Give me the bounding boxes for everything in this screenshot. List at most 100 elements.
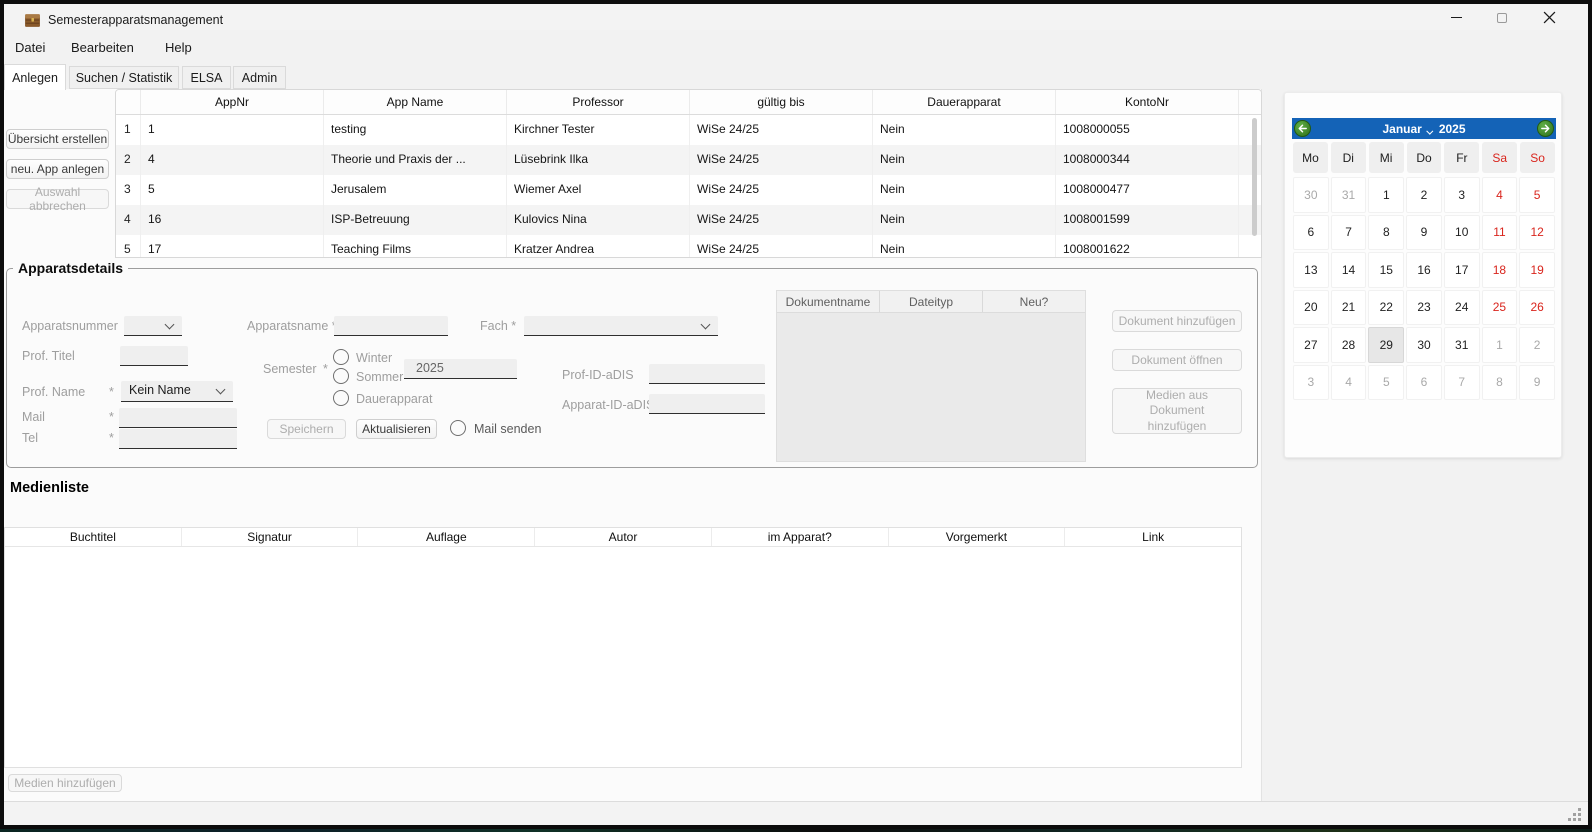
winter-radio[interactable] — [333, 349, 349, 365]
calendar-day[interactable]: 17 — [1444, 252, 1480, 288]
calendar-day[interactable]: 18 — [1482, 252, 1518, 288]
media-column-header-vorgemerkt[interactable]: Vorgemerkt — [889, 528, 1066, 546]
calendar-day[interactable]: 9 — [1406, 215, 1442, 251]
close-button[interactable] — [1526, 4, 1572, 31]
calendar-day[interactable]: 26 — [1519, 290, 1555, 326]
media-column-header-signatur[interactable]: Signatur — [182, 528, 359, 546]
calendar-day[interactable]: 7 — [1444, 365, 1480, 401]
calendar-day[interactable]: 31 — [1331, 177, 1367, 213]
calendar-day[interactable]: 19 — [1519, 252, 1555, 288]
doc-column-header-dateityp[interactable]: Dateityp — [880, 291, 983, 312]
calendar-day[interactable]: 20 — [1293, 290, 1329, 326]
calendar-day[interactable]: 10 — [1444, 215, 1480, 251]
table-row[interactable]: 416ISP-BetreuungKulovics NinaWiSe 24/25N… — [116, 205, 1261, 235]
semester-year-field[interactable]: 2025 — [404, 359, 517, 379]
calendar-day[interactable]: 5 — [1519, 177, 1555, 213]
doc-column-header-neu-[interactable]: Neu? — [983, 291, 1085, 312]
tab-admin[interactable]: Admin — [233, 66, 286, 89]
column-header-dauerapparat[interactable]: Dauerapparat — [873, 90, 1056, 114]
apps-table-scrollbar[interactable] — [1252, 118, 1257, 236]
neu-app-anlegen-button[interactable]: neu. App anlegen — [6, 159, 109, 179]
mail-field[interactable] — [119, 408, 237, 428]
prof-titel-field[interactable] — [120, 346, 188, 366]
calendar-day[interactable]: 8 — [1368, 215, 1404, 251]
calendar-day[interactable]: 31 — [1444, 327, 1480, 363]
menu-datei[interactable]: Datei — [10, 36, 50, 58]
calendar-day[interactable]: 3 — [1444, 177, 1480, 213]
calendar-title[interactable]: Januar 2025 — [1382, 122, 1465, 136]
calendar-day[interactable]: 21 — [1331, 290, 1367, 326]
calendar-day[interactable]: 8 — [1482, 365, 1518, 401]
dokument-hinzufuegen-button[interactable]: Dokument hinzufügen — [1112, 310, 1242, 332]
column-header-appnr[interactable]: AppNr — [141, 90, 324, 114]
apparatsname-field[interactable] — [334, 316, 448, 336]
table-row[interactable]: 11testingKirchner TesterWiSe 24/25Nein10… — [116, 115, 1261, 145]
prof-name-combo[interactable]: Kein Name — [121, 381, 233, 402]
calendar-day[interactable]: 23 — [1406, 290, 1442, 326]
calendar-day[interactable]: 2 — [1519, 327, 1555, 363]
tab-suchen-statistik[interactable]: Suchen / Statistik — [69, 66, 179, 89]
calendar-day[interactable]: 24 — [1444, 290, 1480, 326]
media-column-header-autor[interactable]: Autor — [535, 528, 712, 546]
minimize-button[interactable] — [1433, 4, 1479, 31]
resize-grip[interactable] — [1567, 807, 1582, 822]
apparat-id-adis-field[interactable] — [649, 394, 765, 414]
calendar-day[interactable]: 7 — [1331, 215, 1367, 251]
dokument-oeffnen-button[interactable]: Dokument öffnen — [1112, 349, 1242, 371]
mail-senden-radio[interactable] — [450, 420, 466, 436]
medien-hinzufuegen-button[interactable]: Medien hinzufügen — [8, 774, 122, 792]
media-column-header-link[interactable]: Link — [1065, 528, 1241, 546]
calendar-day[interactable]: 28 — [1331, 327, 1367, 363]
calendar-day[interactable]: 27 — [1293, 327, 1329, 363]
medien-aus-dokument-button[interactable]: Medien aus Dokument hinzufügen — [1112, 388, 1242, 434]
calendar-day[interactable]: 15 — [1368, 252, 1404, 288]
column-header-app-name[interactable]: App Name — [324, 90, 507, 114]
calendar-next-button[interactable] — [1537, 120, 1554, 137]
tab-elsa[interactable]: ELSA — [182, 66, 231, 89]
tab-anlegen[interactable]: Anlegen — [4, 64, 66, 90]
sommer-radio[interactable] — [333, 368, 349, 384]
calendar-day[interactable]: 14 — [1331, 252, 1367, 288]
media-column-header-auflage[interactable]: Auflage — [358, 528, 535, 546]
calendar-day[interactable]: 30 — [1406, 327, 1442, 363]
calendar-day[interactable]: 25 — [1482, 290, 1518, 326]
calendar-day[interactable]: 6 — [1406, 365, 1442, 401]
aktualisieren-button[interactable]: Aktualisieren — [356, 419, 437, 439]
calendar-day[interactable]: 3 — [1293, 365, 1329, 401]
calendar-day[interactable]: 4 — [1482, 177, 1518, 213]
calendar-day[interactable]: 11 — [1482, 215, 1518, 251]
calendar-day[interactable]: 1 — [1482, 327, 1518, 363]
calendar-day[interactable]: 1 — [1368, 177, 1404, 213]
uebersicht-erstellen-button[interactable]: Übersicht erstellen — [6, 129, 109, 149]
apparatsnummer-combo[interactable] — [124, 316, 182, 336]
calendar-day[interactable]: 22 — [1368, 290, 1404, 326]
speichern-button[interactable]: Speichern — [267, 419, 346, 439]
doc-column-header-dokumentname[interactable]: Dokumentname — [777, 291, 880, 312]
calendar-day[interactable]: 16 — [1406, 252, 1442, 288]
column-header-g-ltig-bis[interactable]: gültig bis — [690, 90, 873, 114]
auswahl-abbrechen-button[interactable]: Auswahl abbrechen — [6, 189, 109, 209]
calendar-day[interactable]: 13 — [1293, 252, 1329, 288]
fach-combo[interactable] — [524, 316, 718, 336]
calendar-day[interactable]: 4 — [1331, 365, 1367, 401]
prof-id-adis-field[interactable] — [649, 364, 765, 384]
menu-bearbeiten[interactable]: Bearbeiten — [66, 36, 139, 58]
calendar-day[interactable]: 6 — [1293, 215, 1329, 251]
table-row[interactable]: 24Theorie und Praxis der ...Lüsebrink Il… — [116, 145, 1261, 175]
table-row[interactable]: 35JerusalemWiemer AxelWiSe 24/25Nein1008… — [116, 175, 1261, 205]
menu-help[interactable]: Help — [160, 36, 197, 58]
column-header-kontonr[interactable]: KontoNr — [1056, 90, 1239, 114]
calendar-day[interactable]: 5 — [1368, 365, 1404, 401]
calendar-day[interactable]: 12 — [1519, 215, 1555, 251]
maximize-button[interactable] — [1479, 4, 1525, 31]
calendar-day-today[interactable]: 29 — [1368, 327, 1404, 363]
column-header-professor[interactable]: Professor — [507, 90, 690, 114]
calendar-day[interactable]: 30 — [1293, 177, 1329, 213]
calendar-day[interactable]: 2 — [1406, 177, 1442, 213]
tel-field[interactable] — [119, 429, 237, 449]
media-column-header-buchtitel[interactable]: Buchtitel — [5, 528, 182, 546]
media-column-header-im-apparat-[interactable]: im Apparat? — [712, 528, 889, 546]
calendar-day[interactable]: 9 — [1519, 365, 1555, 401]
table-row[interactable]: 517Teaching FilmsKratzer AndreaWiSe 24/2… — [116, 235, 1261, 258]
dauerapparat-radio[interactable] — [333, 390, 349, 406]
